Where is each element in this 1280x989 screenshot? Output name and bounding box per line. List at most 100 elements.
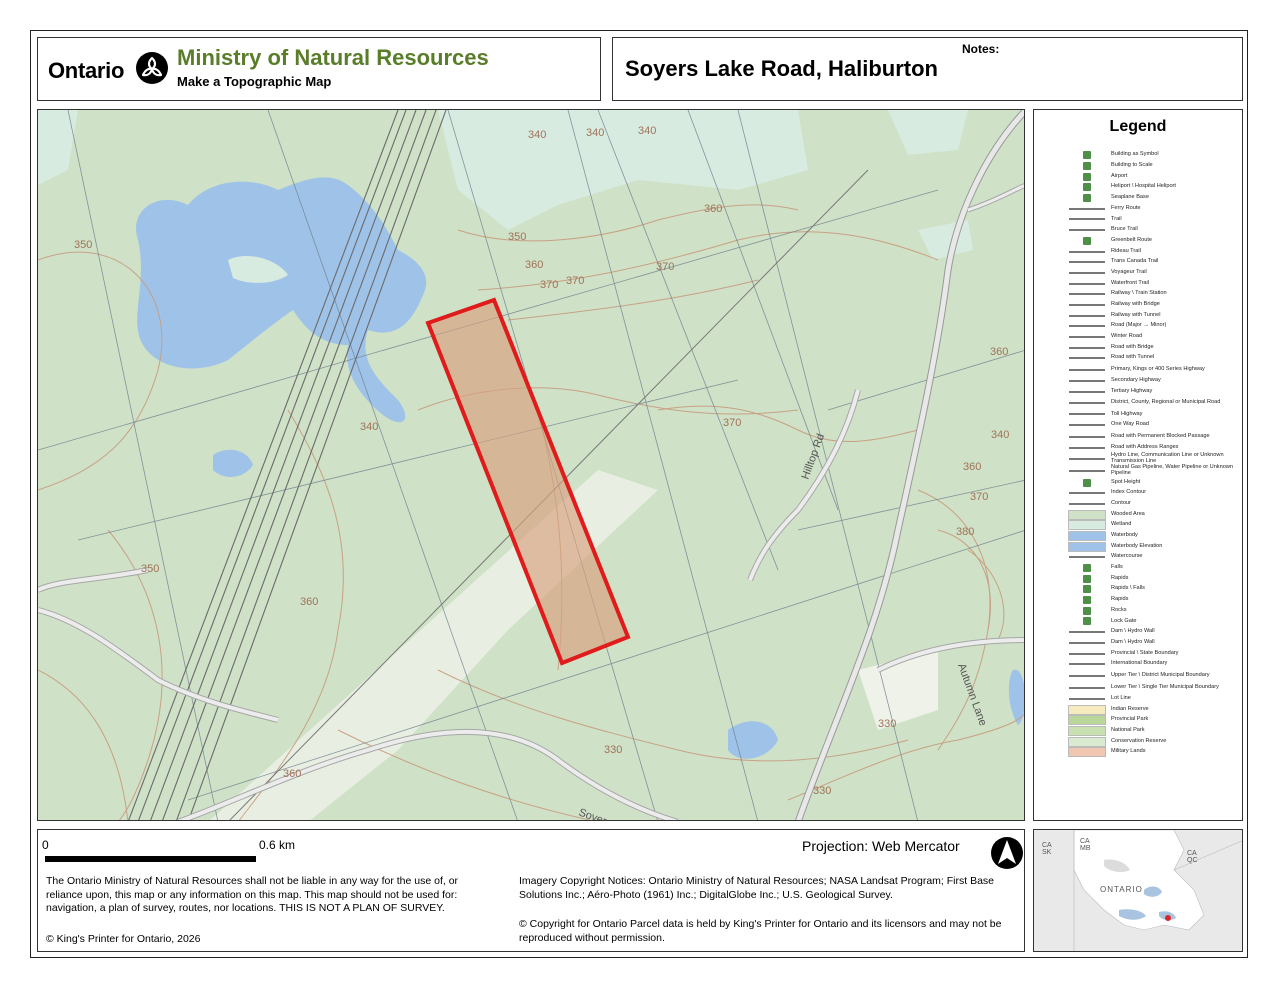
legend-item: Trail [1068,214,1240,225]
legend-item: Railway \ Train Station [1068,289,1240,300]
topographic-map[interactable]: 340 340 340 350 350 360 360 370 370 370 … [37,109,1025,821]
legend-item: Tertiary Highway [1068,386,1240,397]
legend-item-label: Heliport \ Hospital Heliport [1111,183,1176,190]
legend-item: Ferry Route [1068,203,1240,214]
legend-symbol-icon [1068,682,1106,694]
legend-item-label: Road with Permanent Blocked Passage [1111,432,1210,439]
legend-item-label: Waterbody [1111,532,1138,539]
legend-item-label: Index Contour [1111,489,1147,496]
legend-item-label: Building to Scale [1111,162,1153,169]
legend-item-label: National Park [1111,727,1145,734]
legend-item: Primary, Kings or 400 Series Highway [1068,364,1240,376]
legend-item: Lock Gate [1068,616,1240,627]
legend-item: Railway with Tunnel [1068,310,1240,321]
legend-symbol-icon [1068,563,1106,574]
legend-symbol-icon [1068,268,1106,279]
legend-symbol-icon [1068,670,1106,682]
header-brand-panel: Ontario Ministry of Natural Resources Ma… [37,37,601,101]
legend-item-label: Provincial Park [1111,716,1149,723]
legend-item-label: Lot Line [1111,694,1131,701]
legend-item-label: Airport [1111,172,1128,179]
legend-symbol-icon [1068,332,1106,343]
legend-item: Index Contour [1068,488,1240,499]
contour-label: 370 [566,275,584,287]
legend-item-label: District, County, Regional or Municipal … [1111,399,1221,406]
contour-label: 350 [74,239,92,251]
legend-item: Seaplane Base [1068,193,1240,204]
inset-label: ONTARIO [1100,885,1143,894]
ontario-wordmark: Ontario [48,58,125,83]
legend-item-label: Rocks [1111,606,1127,613]
legend-symbol-icon [1068,376,1106,387]
legend-item: National Park [1068,725,1240,737]
legend-item: District, County, Regional or Municipal … [1068,397,1240,409]
contour-label: 340 [586,127,604,139]
legend-symbol-icon [1068,386,1106,397]
legend-symbol-icon [1068,246,1106,257]
legend-symbol-icon [1068,300,1106,311]
legend-item: Road with Tunnel [1068,353,1240,364]
legend-item-label: Building as Symbol [1111,151,1159,158]
contour-label: 360 [300,596,318,608]
legend-item: Dam \ Hydro Wall [1068,638,1240,649]
legend-item: Railway with Bridge [1068,300,1240,311]
legend-item: Rideau Trail [1068,246,1240,257]
legend-item-label: Lower Tier \ Single Tier Municipal Bound… [1111,683,1219,690]
legend-item-label: Military Lands [1111,748,1146,755]
legend-title: Legend [1109,118,1167,135]
legend-item: Military Lands [1068,747,1240,758]
map-canvas[interactable]: 340 340 340 350 350 360 360 370 370 370 … [38,110,1025,821]
parcel-copyright-text: © Copyright for Ontario Parcel data is h… [519,918,1002,944]
legend-item-label: Wetland [1111,521,1132,528]
contour-label: 370 [540,279,558,291]
legend-item-label: Road with Bridge [1111,343,1154,350]
contour-label: 380 [956,526,974,538]
contour-label: 330 [878,718,896,730]
legend-item-label: Road with Address Ranges [1111,443,1179,450]
legend-symbol-icon [1068,747,1106,758]
contour-label: 360 [525,259,543,271]
legend-item: Lower Tier \ Single Tier Municipal Bound… [1068,682,1240,694]
legend-item-label: Trans Canada Trail [1111,258,1159,265]
legend-symbol-icon [1068,694,1106,705]
legend-item-label: Falls [1111,564,1123,571]
legend-item-label: Contour [1111,499,1131,506]
legend-item: Waterbody Elevation [1068,541,1240,552]
legend-symbol-icon [1068,584,1106,595]
legend-item-label: Spot Height [1111,478,1141,485]
legend-symbol-icon [1068,704,1106,715]
legend-symbol-icon [1068,193,1106,204]
legend-item-label: Rideau Trail [1111,247,1141,254]
disclaimer-text: The Ontario Ministry of Natural Resource… [46,875,459,915]
legend-item: Provincial \ State Boundary [1068,648,1240,659]
legend-symbol-icon [1068,465,1106,477]
legend-symbol-icon [1068,420,1106,431]
legend-symbol-icon [1068,310,1106,321]
contour-label: 340 [638,125,656,137]
footer-panel: 0 0.6 km Projection: Web Mercator The On… [37,829,1025,952]
legend-symbol-icon [1068,488,1106,499]
legend-item: Waterbody [1068,530,1240,542]
legend-symbol-icon [1068,530,1106,542]
legend-item: Dam \ Hydro Wall [1068,627,1240,638]
legend-item-label: Toll Highway [1111,410,1143,417]
legend-item-label: Conservation Reserve [1111,737,1167,744]
legend-item-label: Road with Tunnel [1111,354,1155,361]
legend-item: Lot Line [1068,694,1240,705]
legend-symbol-icon [1068,627,1106,638]
legend-item: Toll Highway [1068,409,1240,420]
legend-item-label: Indian Reserve [1111,705,1149,712]
inset-label: CA MB [1080,838,1091,852]
legend-item-label: Upper Tier \ District Municipal Boundary [1111,671,1210,678]
legend-item: Waterfront Trail [1068,278,1240,289]
legend-item-label: Secondary Highway [1111,377,1161,384]
inset-label: CA QC [1187,850,1198,864]
legend-item-label: Hydro Line, Communication Line or Unknow… [1111,452,1224,465]
legend-item-label: Ferry Route [1111,204,1141,211]
legend-item: Wetland [1068,520,1240,531]
legend-item-label: One Way Road [1111,421,1150,428]
contour-label: 370 [970,491,988,503]
contour-label: 350 [141,563,159,575]
map-subtitle: Make a Topographic Map [177,74,332,89]
copyright-text: © King's Printer for Ontario, 2026 [46,933,201,945]
